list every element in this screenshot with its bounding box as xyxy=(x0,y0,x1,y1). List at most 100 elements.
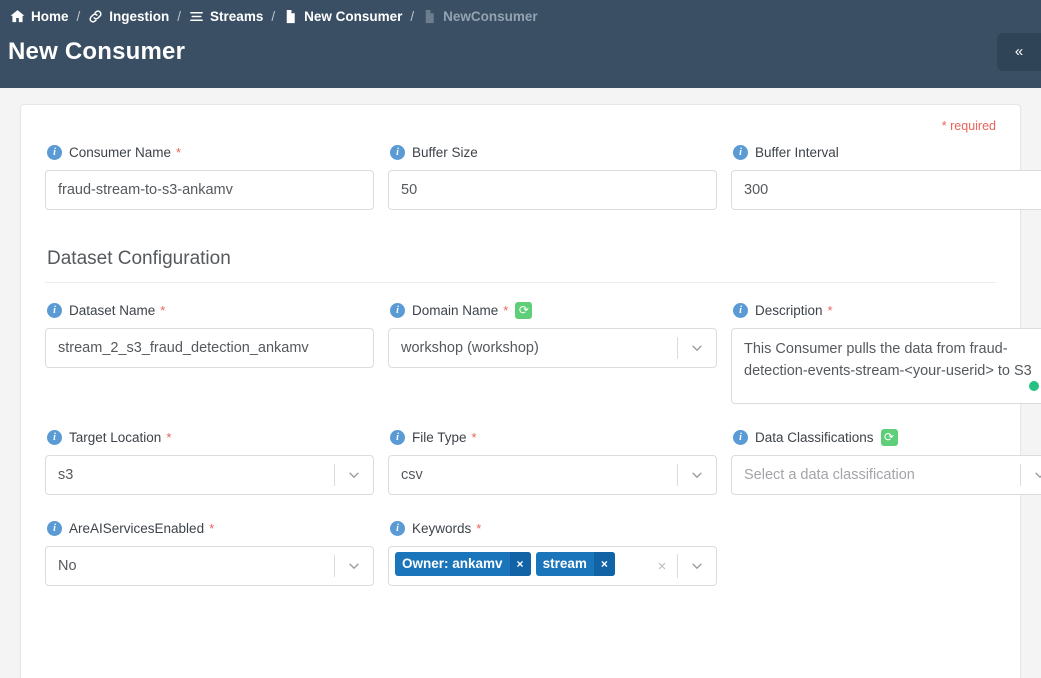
info-icon[interactable]: i xyxy=(47,302,62,318)
consumer-name-input[interactable] xyxy=(45,170,374,210)
chevron-down-icon[interactable] xyxy=(678,456,716,494)
form-card: * required i Consumer Name * i Buffer Si… xyxy=(20,104,1041,678)
info-icon[interactable]: i xyxy=(47,144,62,160)
label-text: AreAIServicesEnabled xyxy=(69,520,205,536)
keywords-tag-list: Owner: ankamv × stream × xyxy=(389,547,649,585)
target-location-label: i Target Location * xyxy=(47,428,374,446)
field-file-type: i File Type * csv xyxy=(388,428,717,495)
required-note: * required xyxy=(941,119,996,133)
field-data-classifications: i Data Classifications ⟳ Select a data c… xyxy=(731,428,1041,495)
form-row-consumer: i Consumer Name * i Buffer Size i Buffer… xyxy=(45,143,1041,210)
remove-keyword-icon[interactable]: × xyxy=(509,552,531,576)
breadcrumb-item-ingestion[interactable]: Ingestion xyxy=(88,9,169,24)
chevron-down-icon[interactable] xyxy=(335,547,373,585)
chevron-down-icon[interactable] xyxy=(1021,456,1041,494)
label-text: Buffer Size xyxy=(412,144,478,160)
dataset-name-input[interactable] xyxy=(45,328,374,368)
breadcrumb-item-home[interactable]: Home xyxy=(10,9,69,24)
stream-lines-icon xyxy=(189,9,204,24)
status-dot-icon xyxy=(1029,381,1039,391)
buffer-size-input[interactable] xyxy=(388,170,717,210)
required-star: * xyxy=(503,302,509,318)
breadcrumb-label: Ingestion xyxy=(109,8,170,24)
are-ai-services-enabled-value: No xyxy=(58,558,77,574)
info-icon[interactable]: i xyxy=(47,520,62,536)
required-star: * xyxy=(166,429,172,445)
info-icon[interactable]: i xyxy=(47,429,62,445)
required-star: * xyxy=(476,520,482,536)
label-text: Keywords xyxy=(412,520,472,536)
field-description: i Description * This Consumer pulls the … xyxy=(731,301,1041,404)
label-text: Buffer Interval xyxy=(755,144,839,160)
breadcrumb-item-new-consumer[interactable]: New Consumer xyxy=(283,9,402,24)
home-icon xyxy=(10,9,25,24)
file-type-label: i File Type * xyxy=(390,428,717,446)
info-icon[interactable]: i xyxy=(733,302,748,318)
keyword-tag-label: stream xyxy=(542,556,587,571)
keyword-tag[interactable]: Owner: ankamv × xyxy=(395,552,531,576)
info-icon[interactable]: i xyxy=(733,144,748,160)
collapse-panel-button[interactable]: « xyxy=(997,33,1041,71)
keywords-multiselect[interactable]: Owner: ankamv × stream × × xyxy=(388,546,717,586)
field-buffer-interval: i Buffer Interval xyxy=(731,143,1041,210)
field-consumer-name: i Consumer Name * xyxy=(45,143,374,210)
chevron-down-icon[interactable] xyxy=(335,456,373,494)
keywords-label: i Keywords * xyxy=(390,519,717,537)
data-classifications-placeholder: Select a data classification xyxy=(744,467,915,483)
are-ai-services-enabled-select[interactable]: No xyxy=(45,546,374,586)
keyword-tag[interactable]: stream × xyxy=(535,552,615,576)
info-icon[interactable]: i xyxy=(390,429,405,445)
label-text: Target Location xyxy=(69,429,162,445)
required-star: * xyxy=(209,520,215,536)
consumer-name-label: i Consumer Name * xyxy=(47,143,374,161)
chevron-down-icon[interactable] xyxy=(678,329,716,367)
label-text: Description xyxy=(755,302,823,318)
top-bar: Home / Ingestion / Streams / New Consume… xyxy=(0,0,1041,88)
file-icon xyxy=(283,9,298,24)
remove-keyword-icon[interactable]: × xyxy=(593,552,615,576)
form-row-options: i AreAIServicesEnabled * No i Keywords * xyxy=(45,519,996,586)
field-are-ai-services-enabled: i AreAIServicesEnabled * No xyxy=(45,519,374,586)
buffer-size-label: i Buffer Size xyxy=(390,143,717,161)
label-text: Domain Name xyxy=(412,302,499,318)
breadcrumb-separator: / xyxy=(177,8,182,24)
refresh-icon[interactable]: ⟳ xyxy=(515,301,533,319)
file-icon xyxy=(422,9,437,24)
form-row-target: i Target Location * s3 i File Type * csv… xyxy=(45,428,1041,495)
info-icon[interactable]: i xyxy=(390,144,405,160)
info-icon[interactable]: i xyxy=(733,429,748,445)
page-title: New Consumer xyxy=(8,38,186,65)
file-type-value: csv xyxy=(401,467,423,483)
section-divider xyxy=(45,282,996,283)
info-icon[interactable]: i xyxy=(390,302,405,318)
buffer-interval-input[interactable] xyxy=(731,170,1041,210)
description-label: i Description * xyxy=(733,301,1041,319)
field-buffer-size: i Buffer Size xyxy=(388,143,717,210)
section-title-dataset-configuration: Dataset Configuration xyxy=(47,248,231,269)
field-spacer xyxy=(731,519,1041,586)
required-star: * xyxy=(471,429,477,445)
data-classifications-select[interactable]: Select a data classification xyxy=(731,455,1041,495)
file-type-select[interactable]: csv xyxy=(388,455,717,495)
breadcrumb-label: New Consumer xyxy=(304,8,403,24)
breadcrumb-item-newconsumer-current: NewConsumer xyxy=(422,9,538,24)
keyword-tag-label: Owner: ankamv xyxy=(402,556,503,571)
domain-name-value: workshop (workshop) xyxy=(401,340,539,356)
target-location-select[interactable]: s3 xyxy=(45,455,374,495)
refresh-icon[interactable]: ⟳ xyxy=(880,428,898,446)
required-star: * xyxy=(176,144,182,160)
data-classifications-label: i Data Classifications ⟳ xyxy=(733,428,1041,446)
chevron-down-icon[interactable] xyxy=(680,559,714,573)
field-target-location: i Target Location * s3 xyxy=(45,428,374,495)
breadcrumb-label: Home xyxy=(31,8,69,24)
breadcrumb-item-streams[interactable]: Streams xyxy=(189,9,263,24)
keywords-controls: × xyxy=(649,547,716,585)
description-textarea[interactable]: This Consumer pulls the data from fraud-… xyxy=(731,328,1041,404)
label-text: Consumer Name xyxy=(69,144,172,160)
clear-all-icon[interactable]: × xyxy=(649,558,675,575)
info-icon[interactable]: i xyxy=(390,520,405,536)
domain-name-select[interactable]: workshop (workshop) xyxy=(388,328,717,368)
field-domain-name: i Domain Name * ⟳ workshop (workshop) xyxy=(388,301,717,404)
breadcrumb-separator: / xyxy=(76,8,81,24)
